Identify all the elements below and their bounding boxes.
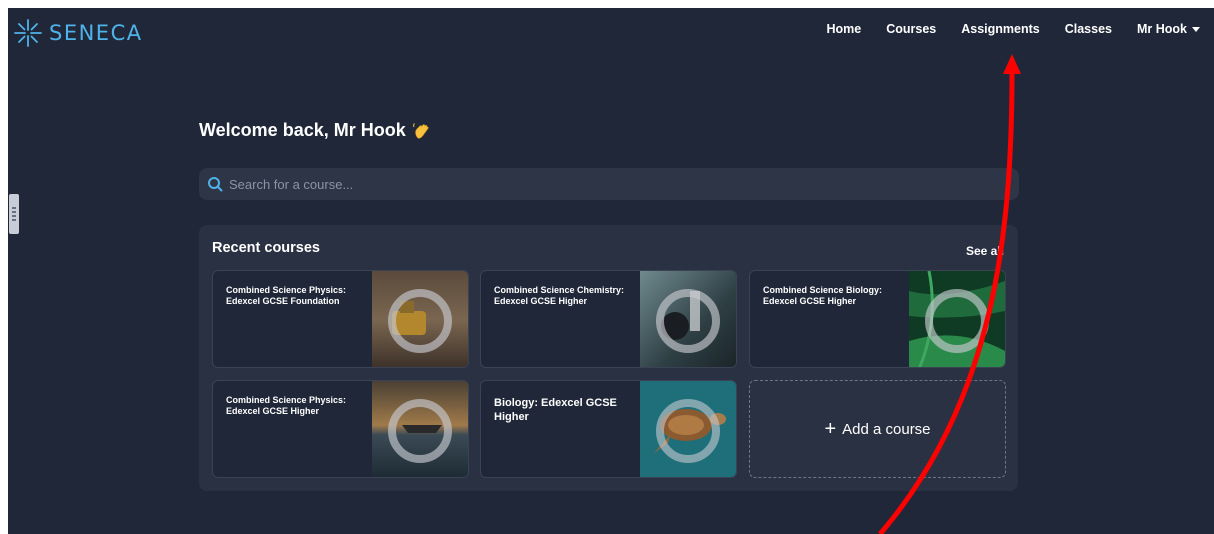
course-search[interactable] xyxy=(199,168,1019,200)
search-input[interactable] xyxy=(229,176,989,192)
course-title: Biology: Edexcel GCSE Higher xyxy=(494,397,617,423)
sea-turtle-photo xyxy=(640,381,736,477)
course-thumbnail xyxy=(909,271,1005,367)
course-thumbnail xyxy=(372,381,468,477)
see-all-link[interactable]: See all xyxy=(966,244,1004,258)
grip-icon xyxy=(12,219,16,221)
nav-assignments[interactable]: Assignments xyxy=(961,22,1040,36)
app-window: SENECA Home Courses Assignments Classes … xyxy=(8,8,1214,534)
seneca-logo[interactable]: SENECA xyxy=(13,18,143,48)
sidebar-toggle-handle[interactable] xyxy=(9,194,19,234)
recent-courses-panel: Recent courses See all Combined Science … xyxy=(199,225,1018,491)
course-card[interactable]: Combined Science Biology: Edexcel GCSE H… xyxy=(749,270,1006,368)
course-thumbnail xyxy=(640,381,736,477)
nav-courses[interactable]: Courses xyxy=(886,22,936,36)
user-name: Mr Hook xyxy=(1137,22,1187,36)
welcome-heading: Welcome back, Mr Hook xyxy=(199,120,432,141)
add-course-button[interactable]: + Add a course xyxy=(749,380,1006,478)
grip-icon xyxy=(12,207,16,209)
welcome-text: Welcome back, Mr Hook xyxy=(199,120,406,140)
course-title: Combined Science Physics: Edexcel GCSE H… xyxy=(226,395,347,416)
nav-home[interactable]: Home xyxy=(826,22,861,36)
lab-scientist-photo xyxy=(640,271,736,367)
course-thumbnail xyxy=(640,271,736,367)
nav-classes[interactable]: Classes xyxy=(1065,22,1112,36)
user-menu[interactable]: Mr Hook xyxy=(1137,22,1200,36)
green-leaves-photo xyxy=(909,271,1005,367)
search-icon xyxy=(208,177,223,192)
yellow-submarine-photo xyxy=(372,271,468,367)
grip-icon xyxy=(12,211,16,213)
course-title: Combined Science Biology: Edexcel GCSE H… xyxy=(763,285,883,306)
recent-courses-title: Recent courses xyxy=(212,240,320,256)
course-thumbnail xyxy=(372,271,468,367)
grip-icon xyxy=(12,215,16,217)
course-title: Combined Science Physics: Edexcel GCSE F… xyxy=(226,285,347,306)
course-card[interactable]: Combined Science Chemistry: Edexcel GCSE… xyxy=(480,270,737,368)
plus-icon: + xyxy=(824,418,837,440)
course-title: Combined Science Chemistry: Edexcel GCSE… xyxy=(494,285,625,306)
boat-sea-sunset-photo xyxy=(372,381,468,477)
top-nav: Home Courses Assignments Classes Mr Hook xyxy=(826,22,1200,36)
course-card[interactable]: Combined Science Physics: Edexcel GCSE H… xyxy=(212,380,469,478)
course-card[interactable]: Combined Science Physics: Edexcel GCSE F… xyxy=(212,270,469,368)
waving-hand-icon xyxy=(412,122,429,139)
chevron-down-icon xyxy=(1192,26,1200,32)
add-course-label: Add a course xyxy=(842,420,931,438)
course-card[interactable]: Biology: Edexcel GCSE Higher xyxy=(480,380,737,478)
seneca-logo-icon xyxy=(14,19,42,47)
brand-name: SENECA xyxy=(49,21,143,45)
